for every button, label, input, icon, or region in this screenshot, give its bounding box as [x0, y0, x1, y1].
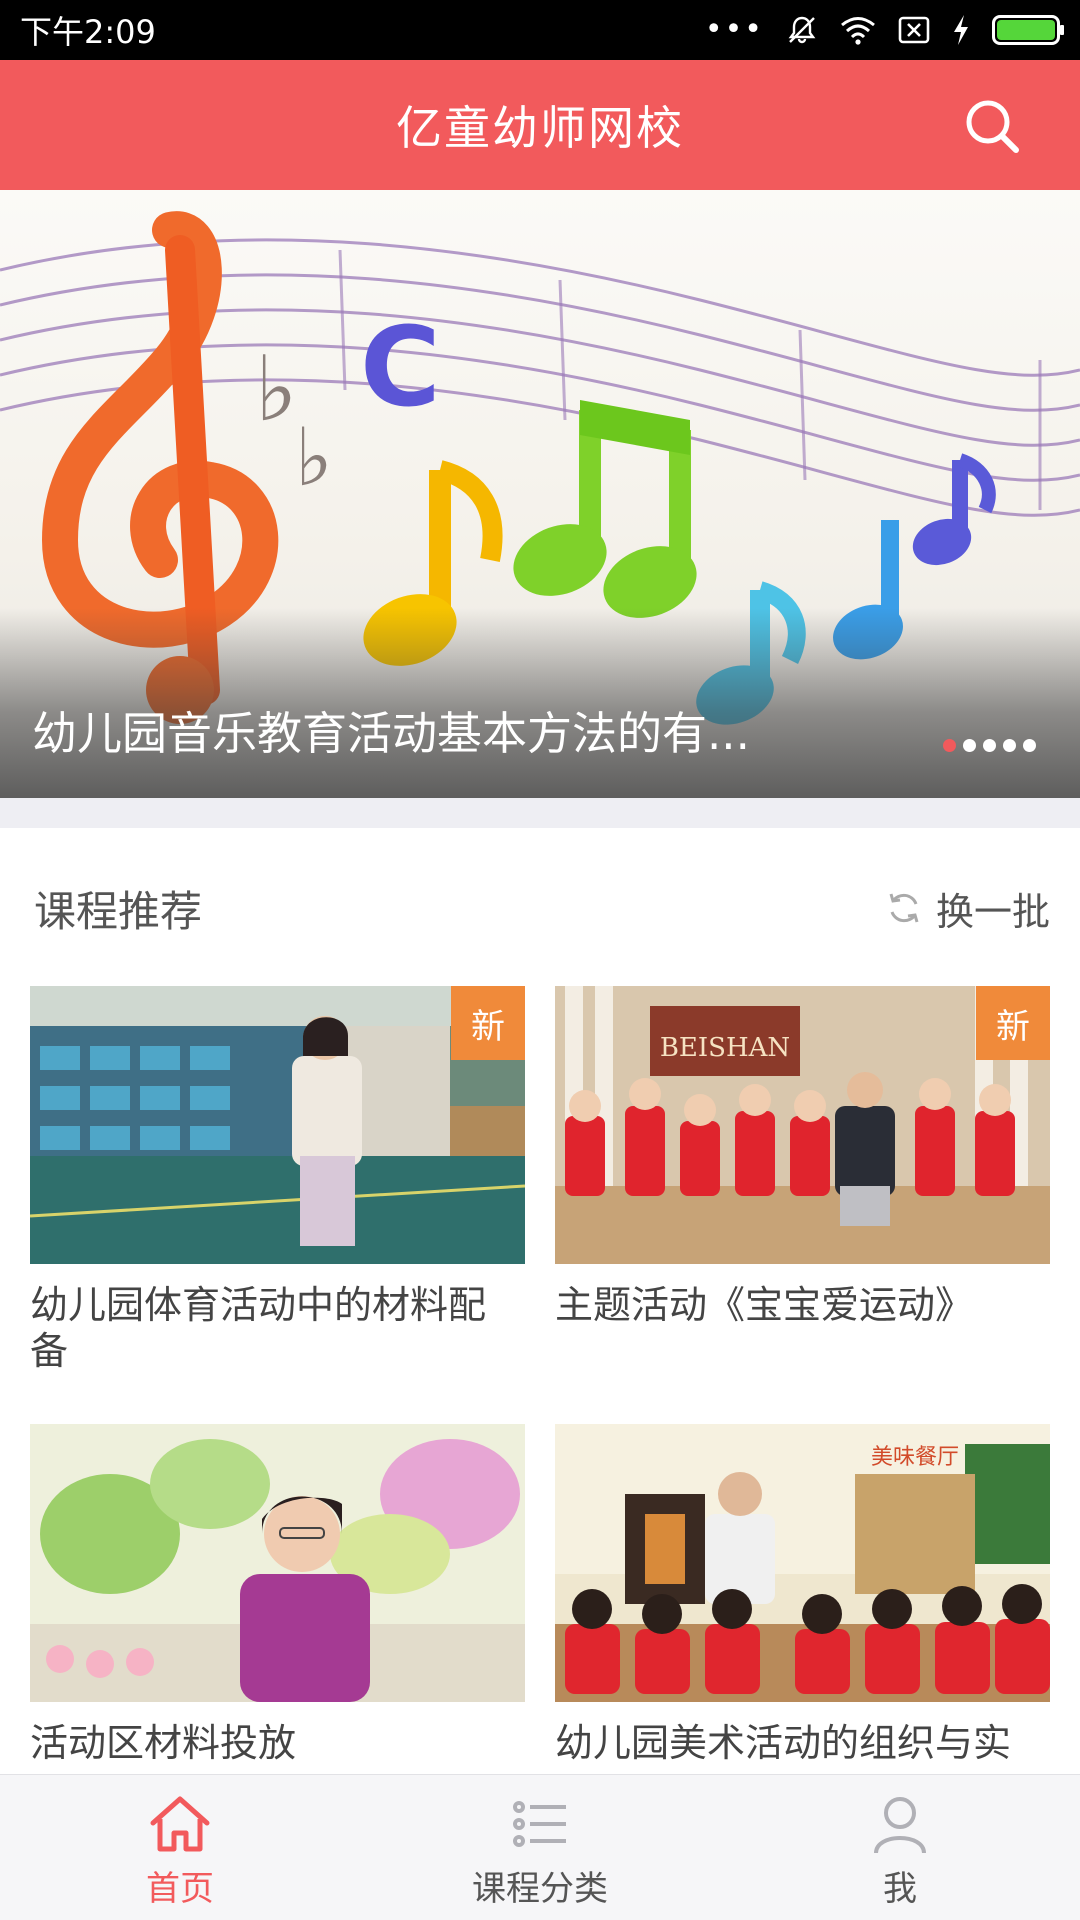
- home-icon: [150, 1796, 210, 1852]
- refresh-button[interactable]: 换一批: [886, 881, 1050, 936]
- course-thumbnail: BEISHAN 新: [555, 986, 1050, 1264]
- search-icon: [966, 100, 1019, 153]
- course-title: 主题活动《宝宝爱运动》: [555, 1283, 974, 1327]
- banner-carousel[interactable]: ♭ ♭ C 幼儿园音乐教育活动基本方法的有...: [0, 190, 1080, 798]
- pagination-dot[interactable]: [1023, 739, 1036, 752]
- list-icon: [513, 1801, 566, 1847]
- nav-label: 我: [883, 1869, 917, 1909]
- course-thumbnail: 美味餐厅: [555, 1424, 1050, 1702]
- status-bar: 下午2:09 •••: [0, 0, 1080, 60]
- banner-caption: 幼儿园音乐教育活动基本方法的有...: [32, 707, 750, 760]
- section-header: 课程推荐 换一批: [0, 828, 1080, 988]
- course-title: 活动区材料投放: [30, 1721, 297, 1765]
- course-card[interactable]: BEISHAN 新 主题活动《宝宝爱运动》: [555, 986, 1050, 1328]
- course-card[interactable]: 新 幼儿园体育活动中的材料配备: [30, 986, 525, 1374]
- banner-pagination: [943, 739, 1036, 752]
- nav-item-categories[interactable]: 课程分类: [360, 1775, 720, 1920]
- status-time: 下午2:09: [20, 13, 156, 51]
- new-badge: 新: [451, 986, 525, 1060]
- refresh-icon: [889, 893, 919, 923]
- svg-text:BEISHAN: BEISHAN: [660, 1033, 790, 1063]
- pagination-dot[interactable]: [963, 739, 976, 752]
- nav-label: 首页: [146, 1869, 214, 1909]
- course-title: 幼儿园体育活动中的材料配备: [30, 1283, 487, 1373]
- nav-item-profile[interactable]: 我: [720, 1775, 1080, 1920]
- no-sim-icon: [898, 15, 930, 45]
- nav-label: 课程分类: [472, 1869, 608, 1909]
- course-card[interactable]: 美味餐厅 幼儿园美术活动的组织与实: [555, 1424, 1050, 1766]
- pagination-dot[interactable]: [983, 739, 996, 752]
- svg-text:♭: ♭: [255, 337, 297, 442]
- profile-icon: [874, 1797, 926, 1854]
- app-header: 亿童幼师网校: [0, 60, 1080, 190]
- section-title: 课程推荐: [34, 886, 203, 936]
- new-badge: 新: [976, 986, 1050, 1060]
- status-icons: •••: [704, 12, 1064, 47]
- pagination-dot[interactable]: [943, 739, 956, 752]
- course-card[interactable]: 活动区材料投放: [30, 1424, 525, 1766]
- battery-icon: [992, 15, 1064, 45]
- app-screen: 下午2:09 ••• 亿童幼师网校 ♭ ♭ C 幼儿园音乐教育活动基本方法的有.…: [0, 0, 1080, 1920]
- app-title: 亿童幼师网校: [396, 101, 684, 155]
- course-thumbnail: 新: [30, 986, 525, 1264]
- svg-text:C: C: [360, 303, 441, 431]
- svg-text:♭: ♭: [295, 411, 333, 504]
- section-divider: [0, 798, 1080, 828]
- bottom-nav: 首页 课程分类 我: [0, 1774, 1080, 1920]
- wifi-icon: [840, 15, 876, 45]
- course-thumbnail: [30, 1424, 525, 1702]
- course-title: 幼儿园美术活动的组织与实: [555, 1721, 1012, 1765]
- refresh-label: 换一批: [935, 889, 1050, 934]
- more-dots-icon: •••: [704, 12, 764, 47]
- nav-item-home[interactable]: 首页: [0, 1775, 360, 1920]
- charging-icon: [952, 14, 970, 46]
- pagination-dot[interactable]: [1003, 739, 1016, 752]
- search-button[interactable]: [960, 94, 1024, 158]
- svg-text:美味餐厅: 美味餐厅: [871, 1445, 959, 1470]
- mute-icon: [786, 14, 818, 46]
